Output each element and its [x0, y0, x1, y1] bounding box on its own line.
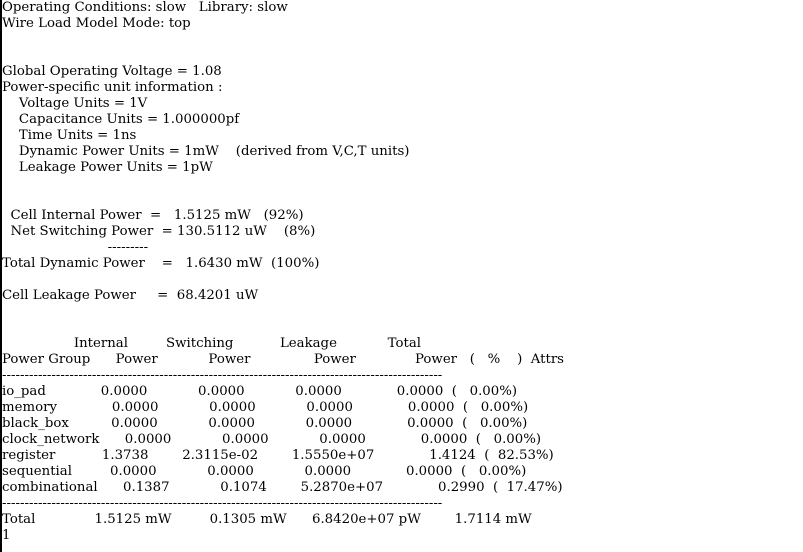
- table-separator-top: ----------------------------------------…: [2, 368, 443, 383]
- cell-leakage-power-line: Cell Leakage Power = 68.4201 uW: [2, 288, 259, 303]
- table-header-line-1: Internal Switching Leakage Total: [2, 336, 422, 351]
- operating-conditions-line: Operating Conditions: slow Library: slow: [2, 0, 288, 15]
- time-units-line: Time Units = 1ns: [2, 128, 137, 143]
- cell-internal-power-line: Cell Internal Power = 1.5125 mW (92%): [2, 208, 304, 223]
- capacitance-units-line: Capacitance Units = 1.000000pf: [2, 112, 240, 127]
- table-row: black_box 0.0000 0.0000 0.0000 0.0000 ( …: [2, 416, 528, 431]
- leakage-power-units-line: Leakage Power Units = 1pW: [2, 160, 213, 175]
- table-row: sequential 0.0000 0.0000 0.0000 0.0000 (…: [2, 464, 527, 479]
- table-row: register 1.3738 2.3115e-02 1.5550e+07 1.…: [2, 448, 554, 463]
- summary-dashes: ---------: [2, 240, 149, 255]
- wire-load-model-line: Wire Load Model Mode: top: [2, 16, 191, 31]
- table-row: combinational 0.1387 0.1074 5.2870e+07 0…: [2, 480, 563, 495]
- table-row: clock_network 0.0000 0.0000 0.0000 0.000…: [2, 432, 542, 447]
- table-separator-bottom: ----------------------------------------…: [2, 496, 443, 511]
- table-row: io_pad 0.0000 0.0000 0.0000 0.0000 ( 0.0…: [2, 384, 518, 399]
- total-dynamic-power-line: Total Dynamic Power = 1.6430 mW (100%): [2, 256, 320, 271]
- dynamic-power-units-line: Dynamic Power Units = 1mW (derived from …: [2, 144, 410, 159]
- power-unit-info-line: Power-specific unit information :: [2, 80, 223, 95]
- table-total-row: Total 1.5125 mW 0.1305 mW 6.8420e+07 pW …: [2, 512, 532, 527]
- table-header-line-2: Power Group Power Power Power Power ( % …: [2, 352, 565, 367]
- command-result: 1: [2, 528, 11, 543]
- report-output-window: Operating Conditions: slow Library: slow…: [0, 0, 801, 552]
- global-voltage-line: Global Operating Voltage = 1.08: [2, 64, 222, 79]
- voltage-units-line: Voltage Units = 1V: [2, 96, 148, 111]
- table-row: memory 0.0000 0.0000 0.0000 0.0000 ( 0.0…: [2, 400, 529, 415]
- net-switching-power-line: Net Switching Power = 130.5112 uW (8%): [2, 224, 316, 239]
